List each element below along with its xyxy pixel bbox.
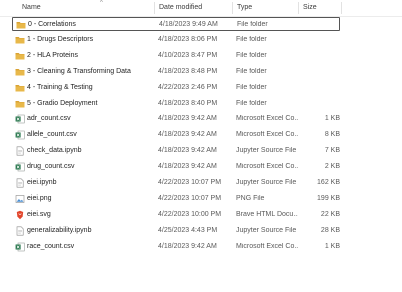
file-date-modified: 4/22/2023 10:07 PM: [158, 179, 222, 186]
file-size: 2 KB: [324, 163, 340, 171]
document-icon: [15, 146, 25, 156]
file-type: File folder: [236, 99, 267, 107]
file-date-modified: 4/18/2023 9:42 AM: [158, 115, 217, 123]
column-header: ^ Name Date modified Type Size: [0, 0, 402, 17]
file-type: Jupyter Source File: [236, 226, 297, 234]
excel-icon: [15, 130, 25, 140]
file-row[interactable]: adr_count.csv 4/18/2023 9:42 AM Microsoft …: [12, 112, 340, 126]
file-type: Microsoft Excel Co...: [236, 115, 298, 123]
file-explorer: ^ Name Date modified Type Size 0 - Corre…: [0, 0, 402, 292]
file-name: 0 - Correlations: [28, 21, 76, 28]
folder-icon: [15, 51, 25, 61]
file-type: Microsoft Excel Co...: [236, 242, 298, 250]
file-type: Jupyter Source File: [236, 179, 297, 186]
file-date-modified: 4/18/2023 9:49 AM: [159, 21, 218, 28]
file-type: File folder: [237, 21, 268, 28]
file-size: 1 KB: [324, 242, 340, 250]
file-size: 28 KB: [320, 226, 340, 234]
folder-icon: [15, 35, 25, 45]
file-name: 5 - Gradio Deployment: [27, 99, 98, 107]
file-row[interactable]: eiei.ipynb 4/22/2023 10:07 PM Jupyter Sour…: [12, 176, 340, 190]
file-type: PNG File: [236, 194, 265, 202]
sort-caret-icon: ^: [100, 0, 103, 6]
file-row[interactable]: race_count.csv 4/18/2023 9:42 AM Microsoft…: [12, 240, 340, 254]
file-date-modified: 4/22/2023 10:00 PM: [158, 210, 222, 218]
column-divider[interactable]: [298, 2, 299, 14]
file-date-modified: 4/18/2023 9:42 AM: [158, 147, 217, 155]
file-row[interactable]: drug_count.csv 4/18/2023 9:42 AM Microsoft…: [12, 160, 340, 174]
file-date-modified: 4/18/2023 8:06 PM: [158, 35, 218, 43]
file-size: 8 KB: [324, 131, 340, 139]
column-divider[interactable]: [154, 2, 155, 14]
file-name: allele_count.csv: [27, 131, 77, 139]
file-date-modified: 4/10/2023 8:47 PM: [158, 51, 218, 59]
column-divider[interactable]: [232, 2, 233, 14]
file-size: 22 KB: [320, 210, 340, 218]
file-type: Microsoft Excel Co...: [236, 131, 298, 139]
file-type: File folder: [236, 83, 267, 91]
file-row[interactable]: check_data.ipynb 4/18/2023 9:42 AM Jupyter…: [12, 144, 340, 158]
file-type: Jupyter Source File: [236, 147, 297, 155]
file-name: eiei.png: [27, 194, 52, 202]
excel-icon: [15, 242, 25, 252]
file-name: adr_count.csv: [27, 115, 71, 123]
file-name: 1 - Drugs Descriptors: [27, 35, 94, 43]
file-row[interactable]: 4 - Training & Testing 4/22/2023 2:46 PM F…: [12, 81, 340, 95]
file-size: 199 KB: [317, 194, 340, 202]
file-row[interactable]: eiei.svg 4/22/2023 10:00 PM Brave HTML Doc…: [12, 208, 340, 222]
excel-icon: [15, 114, 25, 124]
column-date-modified[interactable]: Date modified: [159, 4, 202, 11]
file-date-modified: 4/18/2023 8:40 PM: [158, 99, 218, 107]
file-name: 3 - Cleaning & Transforming Data: [27, 67, 131, 75]
file-name: eiei.ipynb: [27, 179, 57, 186]
file-name: 2 - HLA Proteins: [27, 51, 78, 59]
file-type: Microsoft Excel Co...: [236, 163, 298, 171]
file-date-modified: 4/18/2023 9:42 AM: [158, 242, 217, 250]
column-divider[interactable]: [341, 2, 342, 14]
file-date-modified: 4/22/2023 2:46 PM: [158, 83, 218, 91]
file-row[interactable]: generalizability.ipynb 4/25/2023 4:43 PM J…: [12, 224, 340, 238]
file-row[interactable]: 3 - Cleaning & Transforming Data 4/18/202…: [12, 65, 340, 79]
file-type: File folder: [236, 67, 267, 75]
file-size: 7 KB: [324, 147, 340, 155]
file-row[interactable]: 2 - HLA Proteins 4/10/2023 8:47 PM File fo…: [12, 49, 340, 63]
file-size: 162 KB: [317, 179, 340, 186]
file-date-modified: 4/22/2023 10:07 PM: [158, 194, 222, 202]
file-type: Brave HTML Docu...: [236, 210, 298, 218]
column-size[interactable]: Size: [303, 4, 317, 11]
brave-icon: [15, 210, 25, 220]
file-date-modified: 4/18/2023 9:42 AM: [158, 163, 217, 171]
file-name: check_data.ipynb: [27, 147, 82, 155]
file-row[interactable]: eiei.png 4/22/2023 10:07 PM PNG File 199 KB: [12, 192, 340, 206]
column-type[interactable]: Type: [237, 4, 252, 11]
file-row[interactable]: allele_count.csv 4/18/2023 9:42 AM Microso…: [12, 128, 340, 142]
file-type: File folder: [236, 51, 267, 59]
file-date-modified: 4/18/2023 9:42 AM: [158, 131, 217, 139]
folder-icon: [16, 20, 26, 30]
file-row[interactable]: 0 - Correlations 4/18/2023 9:49 AM File fo…: [12, 17, 340, 31]
excel-icon: [15, 162, 25, 172]
file-name: race_count.csv: [27, 242, 75, 250]
folder-icon: [15, 99, 25, 109]
folder-icon: [15, 67, 25, 77]
image-icon: [15, 194, 25, 204]
file-name: generalizability.ipynb: [27, 226, 92, 234]
file-size: 1 KB: [324, 115, 340, 123]
file-row[interactable]: 1 - Drugs Descriptors 4/18/2023 8:06 PM Fi…: [12, 33, 340, 47]
file-type: File folder: [236, 35, 267, 43]
column-name[interactable]: Name: [22, 4, 41, 11]
file-date-modified: 4/25/2023 4:43 PM: [158, 226, 218, 234]
document-icon: [15, 226, 25, 236]
folder-icon: [15, 83, 25, 93]
file-date-modified: 4/18/2023 8:48 PM: [158, 67, 218, 75]
file-name: drug_count.csv: [27, 163, 75, 171]
file-row[interactable]: 5 - Gradio Deployment 4/18/2023 8:40 PM Fi…: [12, 97, 340, 111]
file-name: 4 - Training & Testing: [27, 83, 93, 91]
document-icon: [15, 178, 25, 188]
file-name: eiei.svg: [27, 210, 51, 218]
